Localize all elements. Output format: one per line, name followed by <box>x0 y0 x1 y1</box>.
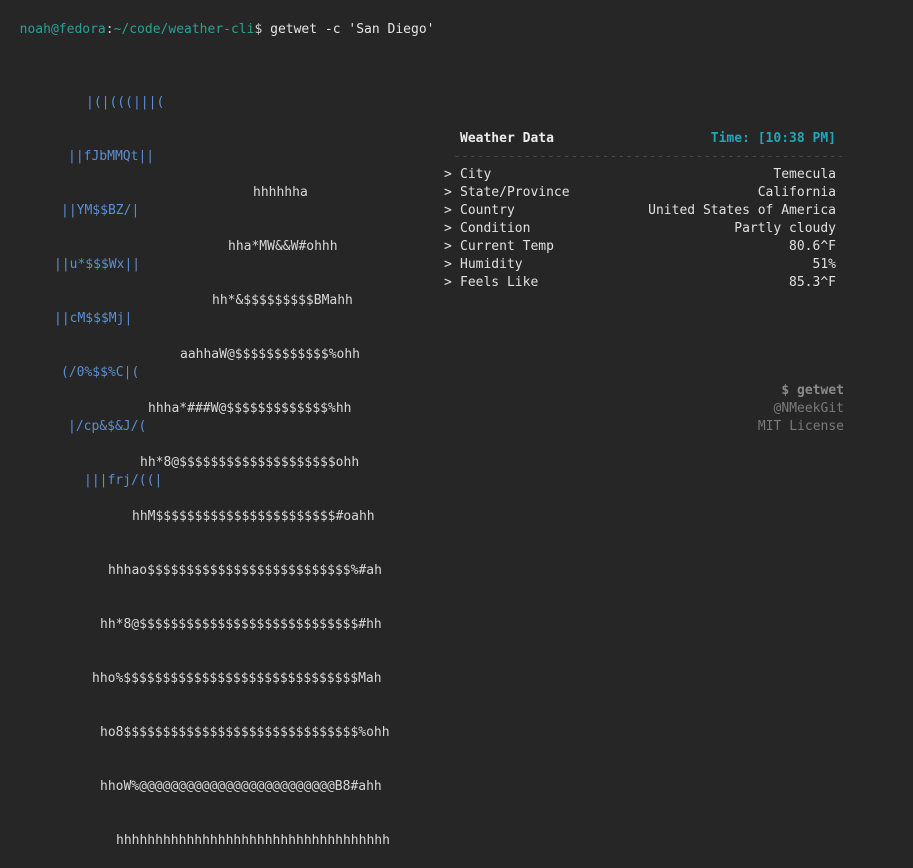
ascii-sun-line: hho%$$$$$$$$$$$$$$$$$$$$$$$$$$$$$$Mah <box>92 671 382 686</box>
row-value-humidity: 51% <box>812 257 836 272</box>
panel-time: Time: [10:38 PM] <box>710 131 836 146</box>
ascii-sun-line: hh*8@$$$$$$$$$$$$$$$$$$$$ohh <box>140 455 360 470</box>
ascii-sun-line: hh*&$$$$$$$$$BMahh <box>212 293 353 308</box>
row-label-current-temp: Current Temp <box>460 239 554 254</box>
row-label-city: City <box>460 167 492 182</box>
footer-author: @NMeekGit <box>773 401 844 416</box>
ascii-sun-line: aahhaW@$$$$$$$$$$$$%ohh <box>180 347 361 362</box>
row-label-humidity: Humidity <box>460 257 523 272</box>
ascii-sun-line: hhhhhha <box>253 185 308 200</box>
prompt-user-host: noah@fedora <box>19 22 106 37</box>
footer-command: $ getwet <box>781 383 844 398</box>
prompt-separator: : <box>105 22 114 37</box>
ascii-sun-line: ho8$$$$$$$$$$$$$$$$$$$$$$$$$$$$$$%ohh <box>100 725 390 740</box>
row-marker: > <box>444 203 452 218</box>
row-marker: > <box>444 221 452 236</box>
ascii-cloud-line: |(|(((|||( <box>86 95 165 110</box>
prompt-path: ~/code/weather-cli <box>113 22 255 37</box>
row-value-country: United States of America <box>648 203 836 218</box>
ascii-sun-line: hh*8@$$$$$$$$$$$$$$$$$$$$$$$$$$$$#hh <box>100 617 382 632</box>
ascii-sun-line: hha*MW&&W#ohhh <box>228 239 338 254</box>
panel-divider: ----------------------------------------… <box>453 149 845 164</box>
ascii-sun-line: hhoW%@@@@@@@@@@@@@@@@@@@@@@@@@B8#ahh <box>100 779 382 794</box>
panel-title: Weather Data <box>460 131 554 146</box>
row-marker: > <box>444 167 452 182</box>
row-label-feels-like: Feels Like <box>460 275 539 290</box>
row-marker: > <box>444 275 452 290</box>
row-value-feels-like: 85.3^F <box>789 275 836 290</box>
row-marker: > <box>444 239 452 254</box>
prompt-dollar: $ <box>254 22 271 37</box>
row-label-country: Country <box>460 203 515 218</box>
row-value-city: Temecula <box>773 167 836 182</box>
row-marker: > <box>444 185 452 200</box>
row-label-state: State/Province <box>460 185 570 200</box>
ascii-sun-line: hhhhhhhhhhhhhhhhhhhhhhhhhhhhhhhhhhh <box>116 833 390 848</box>
ascii-sun-art: hhhhhha hha*MW&&W#ohhh hh*&$$$$$$$$$BMah… <box>0 148 390 868</box>
prompt-command: getwet -c 'San Diego' <box>270 22 435 37</box>
row-value-state: California <box>757 185 836 200</box>
row-marker: > <box>444 257 452 272</box>
ascii-sun-line: hhha*###W@$$$$$$$$$$$$$%hh <box>148 401 352 416</box>
ascii-sun-line: hhhao$$$$$$$$$$$$$$$$$$$$$$$$$$%#ah <box>108 563 382 578</box>
row-value-current-temp: 80.6^F <box>789 239 836 254</box>
shell-prompt: noah@fedora:~/code/weather-cli$ getwet -… <box>4 3 435 37</box>
row-label-condition: Condition <box>460 221 531 236</box>
footer-license: MIT License <box>757 419 844 434</box>
ascii-sun-line: hhM$$$$$$$$$$$$$$$$$$$$$$$#oahh <box>132 509 375 524</box>
row-value-condition: Partly cloudy <box>734 221 836 236</box>
